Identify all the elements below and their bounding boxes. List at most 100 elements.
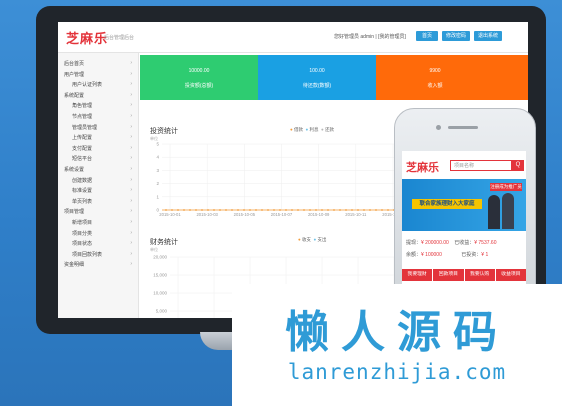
app-logo[interactable]: 芝麻乐 (66, 28, 108, 47)
legend-item[interactable]: 还款 (325, 127, 334, 132)
chevron-right-icon: › (130, 240, 132, 247)
y-tick-label: 2 (156, 181, 159, 186)
sidebar-item[interactable]: 项目管理 › (58, 207, 138, 216)
data-point (207, 209, 209, 211)
sidebar-item[interactable]: 上传配置 › (58, 133, 138, 142)
home-button[interactable]: 首页 (416, 31, 438, 41)
stat-value: 100.00 (309, 68, 325, 74)
phone-screen: 芝麻乐 项目名称 Q 联合家族理财入大家庭 注册成为推广员 提现：¥ 20000… (402, 151, 526, 291)
sidebar-item-label: 后台首页 (64, 61, 85, 67)
app-subtitle: 后台管理后台 (104, 35, 135, 41)
sidebar: 后台首页 › 用户管理 › 用户认证列表 › 系统配置 › 角色管理 › 节点管理 › 管理员管理 › 上传… (58, 53, 139, 318)
sidebar-item[interactable]: 单页列表 › (58, 197, 138, 206)
data-point (375, 209, 377, 211)
data-point (201, 209, 203, 211)
banner-person-figure (502, 193, 514, 229)
phone-speaker (448, 126, 478, 129)
data-point (195, 209, 197, 211)
stat-card-repay: 100.00 待还款(数额) (258, 55, 376, 100)
y-tick-label: 1 (156, 194, 159, 199)
phone-nav-subscribe[interactable]: 我要认购 (464, 269, 496, 281)
sidebar-item-label: 创建数据 (72, 177, 93, 184)
value: ¥ 200000.00 (421, 240, 449, 246)
y-tick-label: 3 (156, 168, 159, 173)
y-tick-label: 5 (156, 142, 159, 147)
sidebar-item[interactable]: 系统配置 › (58, 91, 138, 100)
data-point (363, 209, 365, 211)
sidebar-item[interactable]: 后台首页 › (58, 59, 138, 68)
logout-button[interactable]: 退出系统 (474, 31, 502, 41)
y-tick-label: 4 (156, 155, 159, 160)
label: 已投资： (461, 252, 482, 258)
data-point (333, 209, 335, 211)
sidebar-item[interactable]: 短信平台 › (58, 154, 138, 163)
sidebar-item[interactable]: 支付配置 › (58, 144, 138, 153)
sidebar-item-label: 项目管理 (64, 209, 85, 216)
legend-item[interactable]: 借款 (294, 127, 303, 132)
chevron-right-icon: › (130, 91, 132, 98)
data-point (309, 209, 311, 211)
label: 提现： (406, 240, 422, 246)
data-point (321, 209, 323, 211)
sidebar-item[interactable]: 创建数据 › (58, 176, 138, 185)
chevron-right-icon: › (130, 155, 132, 162)
chevron-right-icon: › (130, 166, 132, 172)
sidebar-item[interactable]: 角色管理 › (58, 101, 138, 110)
data-point (369, 209, 371, 211)
phone-logo[interactable]: 芝麻乐 (406, 159, 439, 175)
banner-title: 联合家族理财入大家庭 (412, 199, 482, 209)
y-tick-label: 5,000 (156, 309, 168, 314)
sidebar-item[interactable]: 标准设置 › (58, 186, 138, 195)
chevron-right-icon: › (130, 261, 132, 268)
data-point (171, 209, 173, 211)
data-point (237, 209, 239, 211)
stat-card-investment: 10000.00 投资额(总额) (140, 55, 258, 100)
sidebar-item-label: 管理员管理 (72, 124, 98, 131)
sidebar-item[interactable]: 资金明细 › (58, 260, 138, 269)
phone-search-button[interactable]: Q (512, 160, 524, 171)
sidebar-item-label: 项目分类 (72, 230, 93, 237)
legend-item[interactable]: 利息 (309, 127, 318, 132)
chevron-right-icon: › (130, 250, 132, 257)
sidebar-item-label: 短信平台 (72, 156, 93, 163)
sidebar-item[interactable]: 用户认证列表 › (58, 80, 138, 89)
investment-line-chart: 5432102015-10-01 2015-10-03 2015-10-05 2015… (156, 142, 404, 218)
phone-nav-earnings[interactable]: 收益项目 (495, 269, 526, 281)
value: ¥ 100000 (421, 252, 442, 258)
sidebar-item-label: 新增项目 (72, 220, 93, 226)
chevron-right-icon: › (130, 102, 132, 109)
chevron-right-icon: › (130, 219, 132, 225)
sidebar-item[interactable]: 节点管理 › (58, 112, 138, 121)
legend-item[interactable]: 收支 (302, 237, 311, 242)
data-point (381, 209, 383, 211)
y-tick-label: 10,000 (153, 291, 167, 296)
sidebar-item-label: 项目回款列表 (72, 251, 103, 258)
legend-item[interactable]: 支出 (317, 237, 326, 242)
phone-nav-return[interactable]: 回款项目 (433, 269, 465, 281)
sidebar-item[interactable]: 项目分类 › (58, 229, 138, 238)
phone-nav-bar: 我要理财 回款项目 我要认购 收益项目 (402, 269, 526, 281)
sidebar-item[interactable]: 用户管理 › (58, 70, 138, 79)
sidebar-item[interactable]: 新增项目 › (58, 218, 138, 227)
label: 余额： (406, 252, 422, 258)
data-point (189, 209, 191, 211)
data-point (219, 209, 221, 211)
chevron-right-icon: › (130, 187, 132, 194)
phone-search-input[interactable]: 项目名称 (450, 160, 512, 171)
change-password-button[interactable]: 修改密码 (442, 31, 470, 41)
sidebar-item[interactable]: 项目状态 › (58, 239, 138, 248)
sidebar-item[interactable]: 系统设置 › (58, 165, 138, 174)
phone-info-row-2: 余额：¥ 100000 已投资：¥ 1 (406, 251, 488, 258)
phone-nav-invest[interactable]: 我要理财 (402, 269, 434, 281)
sidebar-item[interactable]: 项目回款列表 › (58, 250, 138, 259)
label: 已收益： (454, 240, 475, 246)
stat-label: 收入额 (427, 83, 443, 89)
sidebar-item[interactable]: 管理员管理 › (58, 123, 138, 132)
data-point (177, 209, 179, 211)
chevron-right-icon: › (130, 123, 132, 130)
phone-banner[interactable]: 联合家族理财入大家庭 注册成为推广员 (402, 179, 526, 231)
data-point (249, 209, 251, 211)
x-tick-label: 2015-10-01 (159, 212, 181, 217)
sidebar-item-label: 节点管理 (72, 114, 93, 120)
data-point (225, 209, 227, 211)
